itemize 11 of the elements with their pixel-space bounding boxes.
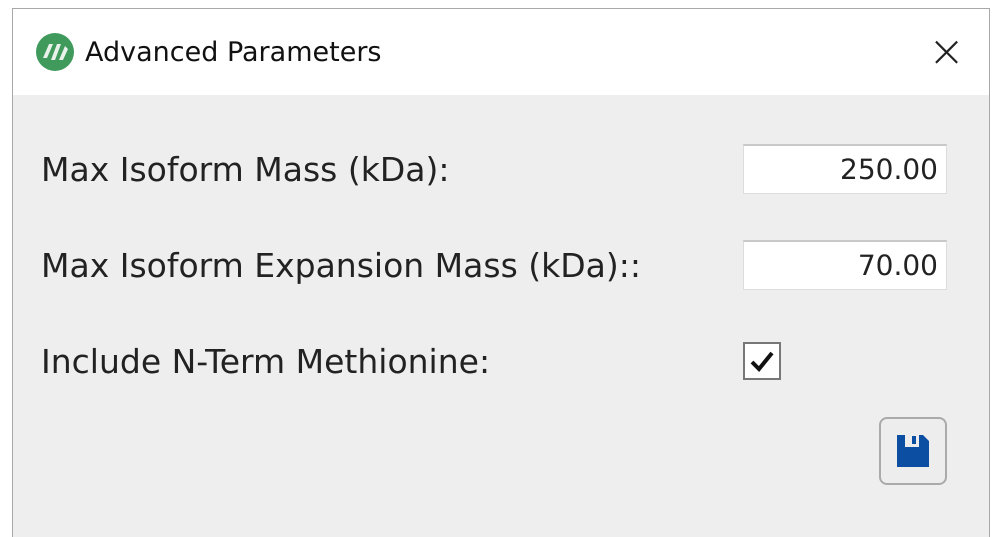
input-field[interactable]: 250.00: [743, 144, 947, 194]
field-label: Max Isoform Expansion Mass (kDa)::: [41, 246, 641, 284]
save-button[interactable]: [879, 417, 947, 485]
field-label: Max Isoform Mass (kDa):: [41, 150, 450, 188]
input-field[interactable]: 70.00: [743, 240, 947, 290]
window-title: Advanced Parameters: [85, 36, 382, 68]
close-button[interactable]: ×: [924, 30, 969, 74]
checkbox[interactable]: [743, 342, 781, 380]
app-logo-icon: [35, 32, 75, 72]
checkmark-icon: [749, 349, 775, 373]
field-label: Include N-Term Methionine:: [41, 342, 490, 380]
